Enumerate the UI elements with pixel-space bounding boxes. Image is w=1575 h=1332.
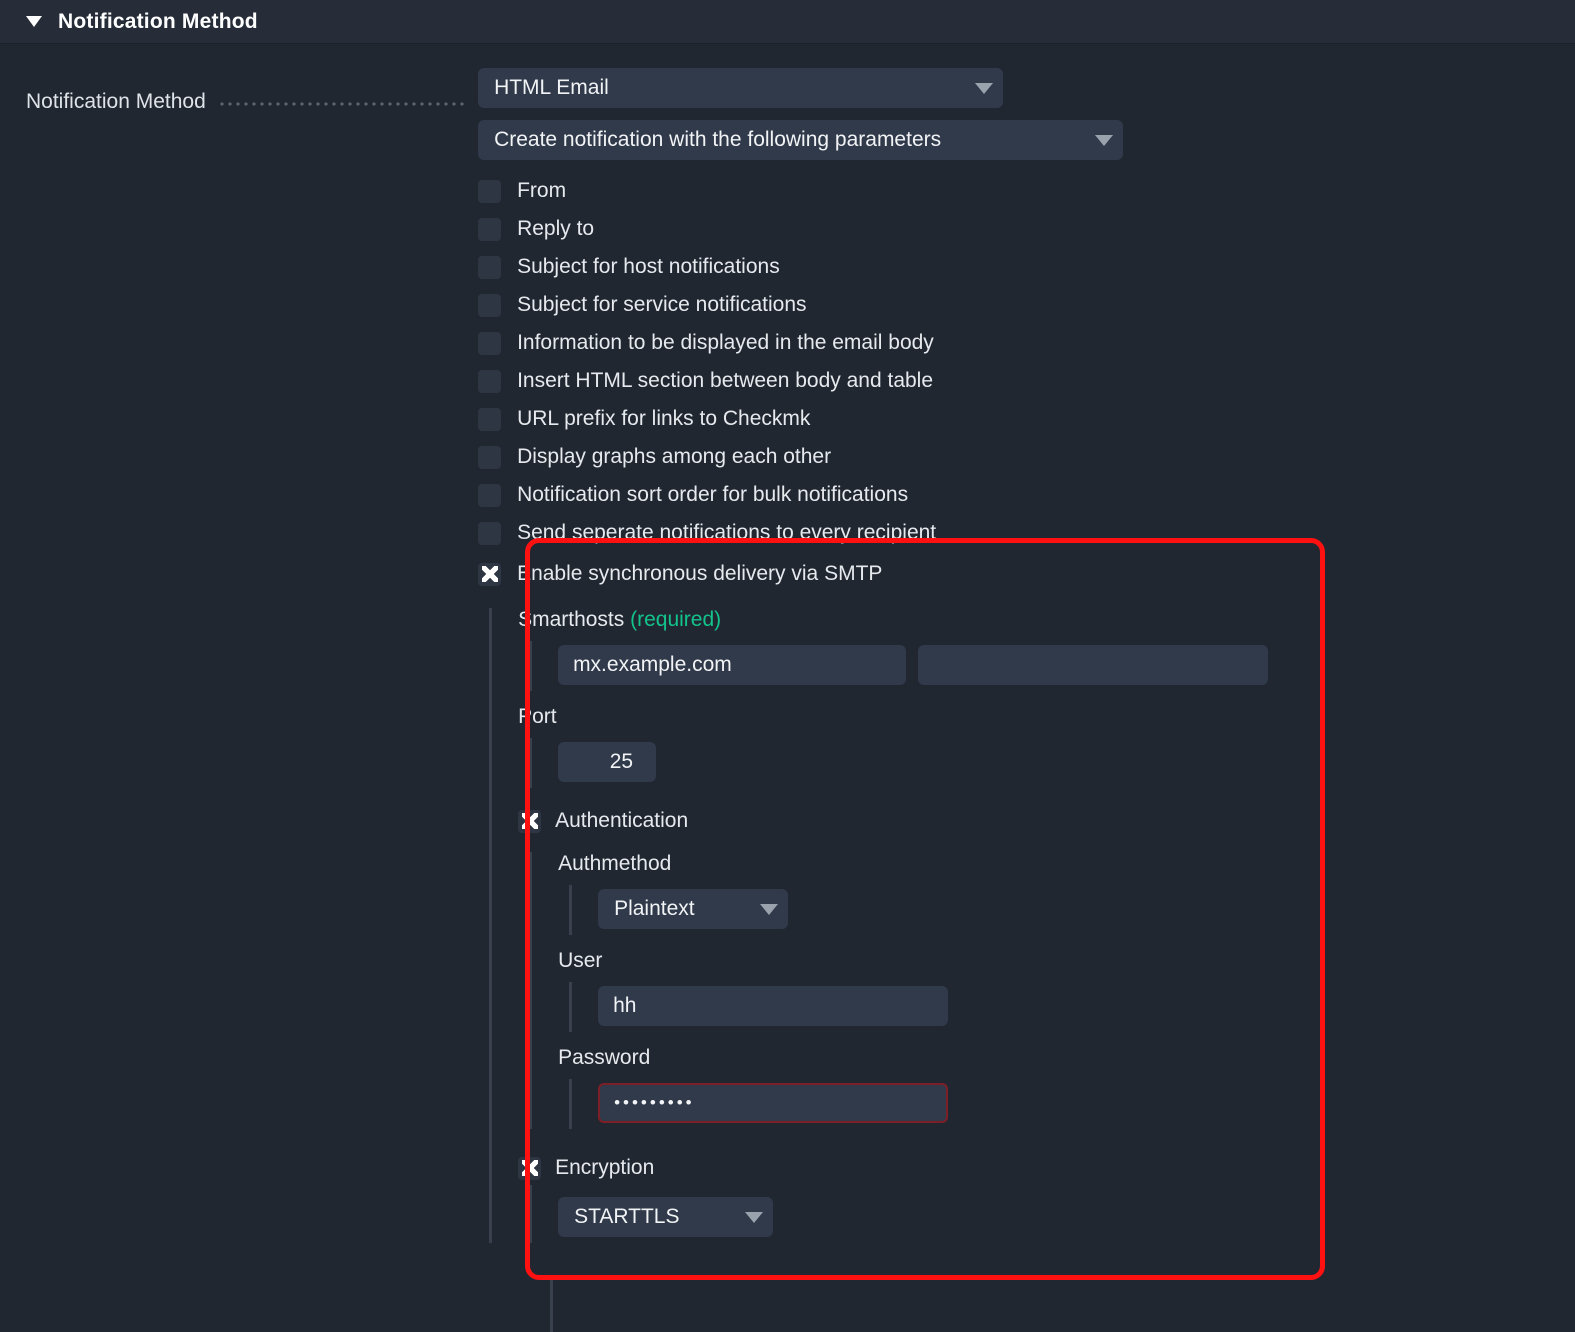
password-input-group <box>569 1079 1575 1129</box>
group-guide-line <box>550 1280 553 1332</box>
checkbox-label-enable-smtp: Enable synchronous delivery via SMTP <box>517 562 882 586</box>
smarthosts-label: Smarthosts (required) <box>518 608 1575 632</box>
row-label-group: Notification Method <box>0 62 478 114</box>
checkbox-row-subject-host[interactable]: Subject for host notifications <box>478 248 1575 286</box>
authmethod-select-value: Plaintext <box>614 897 719 921</box>
encryption-select-value: STARTTLS <box>574 1205 703 1229</box>
checkbox-label-insert-html-section: Insert HTML section between body and tab… <box>517 369 933 393</box>
smarthost-input-1[interactable] <box>558 645 906 685</box>
checkbox-row-enable-smtp[interactable]: Enable synchronous delivery via SMTP <box>478 554 1575 594</box>
checkbox-from[interactable] <box>478 180 501 203</box>
checkbox-row-email-body-info[interactable]: Information to be displayed in the email… <box>478 324 1575 362</box>
row-label: Notification Method <box>26 90 206 114</box>
port-label: Port <box>518 705 1575 729</box>
checkbox-row-url-prefix[interactable]: URL prefix for links to Checkmk <box>478 400 1575 438</box>
checkbox-label-separate-notifications: Send seperate notifications to every rec… <box>517 521 936 545</box>
smtp-settings-group: Smarthosts (required) Port A <box>489 608 1575 1243</box>
authmethod-select[interactable]: Plaintext <box>598 889 788 929</box>
parameters-mode-select[interactable]: Create notification with the following p… <box>478 120 1123 160</box>
checkbox-subject-service[interactable] <box>478 294 501 317</box>
authentication-group: Authmethod Plaintext User Password <box>529 852 1575 1129</box>
password-input[interactable] <box>598 1083 948 1123</box>
checkbox-separate-notifications[interactable] <box>478 522 501 545</box>
checkbox-row-display-graphs[interactable]: Display graphs among each other <box>478 438 1575 476</box>
smarthosts-label-text: Smarthosts <box>518 608 624 631</box>
smarthosts-input-row <box>558 645 1575 685</box>
checkbox-label-subject-host: Subject for host notifications <box>517 255 780 279</box>
checkbox-insert-html-section[interactable] <box>478 370 501 393</box>
checkbox-label-display-graphs: Display graphs among each other <box>517 445 831 469</box>
parameter-checkbox-list: From Reply to Subject for host notificat… <box>478 172 1575 1243</box>
checkbox-row-encryption[interactable]: Encryption <box>518 1151 1575 1185</box>
checkbox-row-insert-html-section[interactable]: Insert HTML section between body and tab… <box>478 362 1575 400</box>
authmethod-select-group: Plaintext <box>569 885 1575 935</box>
dotted-leader <box>218 94 464 108</box>
chevron-down-icon <box>745 1212 763 1223</box>
row-content: HTML Email Create notification with the … <box>478 62 1575 1243</box>
user-input-group <box>569 982 1575 1032</box>
checkbox-row-reply-to[interactable]: Reply to <box>478 210 1575 248</box>
authmethod-label: Authmethod <box>558 852 1575 876</box>
checkbox-label-subject-service: Subject for service notifications <box>517 293 806 317</box>
checkbox-row-authentication[interactable]: Authentication <box>518 804 1575 838</box>
checkbox-reply-to[interactable] <box>478 218 501 241</box>
notification-method-select[interactable]: HTML Email <box>478 68 1003 108</box>
checkbox-label-authentication: Authentication <box>555 809 688 833</box>
checkbox-label-from: From <box>517 179 566 203</box>
encryption-select[interactable]: STARTTLS <box>558 1197 773 1237</box>
checkbox-url-prefix[interactable] <box>478 408 501 431</box>
checkbox-sort-order[interactable] <box>478 484 501 507</box>
checkbox-row-from[interactable]: From <box>478 172 1575 210</box>
checkbox-label-encryption: Encryption <box>555 1156 654 1180</box>
smarthost-input-2[interactable] <box>918 645 1268 685</box>
parameters-mode-select-value: Create notification with the following p… <box>494 128 965 152</box>
smarthosts-inputs-group <box>529 641 1575 691</box>
checkbox-label-sort-order: Notification sort order for bulk notific… <box>517 483 908 507</box>
checkbox-authentication[interactable] <box>518 810 541 833</box>
checkbox-row-separate-notifications[interactable]: Send seperate notifications to every rec… <box>478 514 1575 552</box>
checkbox-subject-host[interactable] <box>478 256 501 279</box>
triangle-down-icon[interactable] <box>26 16 42 27</box>
checkbox-display-graphs[interactable] <box>478 446 501 469</box>
checkbox-encryption[interactable] <box>518 1157 541 1180</box>
chevron-down-icon <box>760 904 778 915</box>
section-title: Notification Method <box>58 10 258 34</box>
port-input-group <box>529 738 1575 788</box>
notification-method-select-value: HTML Email <box>494 76 633 100</box>
chevron-down-icon <box>975 83 993 94</box>
checkbox-label-url-prefix: URL prefix for links to Checkmk <box>517 407 810 431</box>
checkbox-enable-smtp[interactable] <box>478 563 501 586</box>
checkbox-label-email-body-info: Information to be displayed in the email… <box>517 331 934 355</box>
checkbox-row-subject-service[interactable]: Subject for service notifications <box>478 286 1575 324</box>
chevron-down-icon <box>1095 135 1113 146</box>
user-input[interactable] <box>598 986 948 1026</box>
checkbox-row-sort-order[interactable]: Notification sort order for bulk notific… <box>478 476 1575 514</box>
checkbox-label-reply-to: Reply to <box>517 217 594 241</box>
user-label: User <box>558 949 1575 973</box>
password-label: Password <box>558 1046 1575 1070</box>
encryption-select-group: STARTTLS <box>529 1185 1575 1243</box>
notification-method-row: Notification Method HTML Email Create no… <box>0 44 1575 1243</box>
port-input[interactable] <box>558 742 656 782</box>
checkbox-email-body-info[interactable] <box>478 332 501 355</box>
section-header[interactable]: Notification Method <box>0 0 1575 44</box>
smarthosts-required-badge: (required) <box>630 608 721 631</box>
